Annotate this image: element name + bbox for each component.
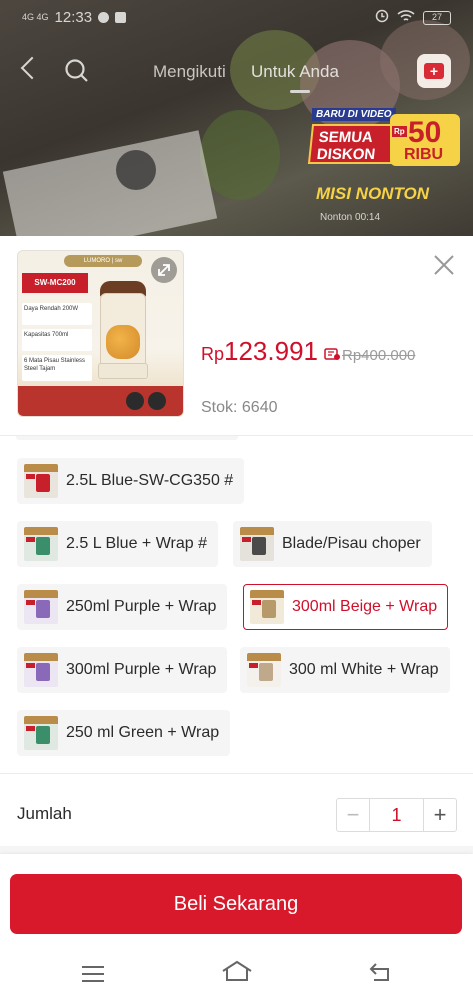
variant-thumbnail	[24, 653, 58, 687]
variant-label: 300 ml White + Wrap	[289, 661, 439, 678]
variant-thumbnail	[247, 653, 281, 687]
battery-indicator: 27	[423, 11, 451, 25]
tab-for-you[interactable]: Untuk Anda	[251, 62, 339, 82]
decor-box	[2, 130, 218, 236]
promo-headline: SEMUA DISKON	[307, 124, 397, 164]
video-background: 4G 4G 12:33 27 Mengikuti Untuk Anda + BA…	[0, 0, 473, 236]
video-top-nav: Mengikuti Untuk Anda +	[0, 50, 473, 94]
menu-icon[interactable]	[82, 966, 104, 987]
promo-banner[interactable]: BARU DI VIDEO SEMUA DISKON Rp 50 RIBU MI…	[306, 104, 466, 232]
variant-option[interactable]: 300 ml White + Wrap	[240, 647, 450, 693]
promo-unit: RIBU	[404, 146, 444, 163]
back-icon[interactable]	[368, 962, 394, 987]
variant-thumbnail	[24, 527, 58, 561]
buy-now-button[interactable]: Beli Sekarang	[10, 874, 462, 934]
quantity-label: Jumlah	[17, 804, 72, 823]
variant-thumbnail	[250, 590, 284, 624]
expand-icon[interactable]	[151, 257, 177, 283]
variant-list: 2.5L Blue-SW-CG350 # 2.5 L Blue + Wrap # B…	[0, 436, 473, 774]
variant-option[interactable]: 300ml Purple + Wrap	[17, 647, 228, 693]
close-icon[interactable]	[431, 252, 457, 278]
quantity-row: Jumlah − 1 +	[0, 774, 473, 854]
product-header: LUMORO | sw SW-MC200 Daya Rendah 200W Ka…	[0, 236, 473, 436]
live-video-button[interactable]: +	[417, 54, 451, 88]
active-tab-indicator	[290, 90, 310, 93]
decor-flower	[200, 110, 280, 200]
promo-currency: Rp	[392, 126, 407, 137]
variant-option[interactable]: 250ml Purple + Wrap	[17, 584, 228, 630]
price-currency: Rp	[201, 344, 225, 364]
promo-timer: Nonton 00:14	[320, 212, 381, 223]
tab-following[interactable]: Mengikuti	[153, 62, 226, 82]
price-value: 123.991	[224, 336, 318, 366]
badge-icon	[148, 392, 166, 410]
variant-thumbnail	[24, 590, 58, 624]
badge-icon	[126, 392, 144, 410]
shield-icon	[115, 12, 127, 23]
image-spec-blades: 6 Mata Pisau Stainless Steel Tajam	[22, 355, 92, 381]
price-row: Rp 123.991 Rp400.000	[201, 336, 415, 367]
variant-label: Blade/Pisau choper	[282, 535, 421, 552]
variant-sheet: LUMORO | sw SW-MC200 Daya Rendah 200W Ka…	[0, 236, 473, 1000]
status-bar: 4G 4G 12:33 27	[0, 0, 473, 36]
stock-count: Stok: 6640	[201, 399, 278, 416]
search-icon[interactable]	[64, 58, 90, 89]
variant-option[interactable]: 2.5L Blue-SW-CG350 #	[17, 458, 245, 504]
discount-icon	[324, 347, 340, 361]
alarm-icon	[375, 9, 389, 27]
home-icon[interactable]	[221, 960, 253, 987]
variant-thumbnail	[240, 527, 274, 561]
clock: 12:33	[54, 9, 93, 26]
quantity-stepper: − 1 +	[336, 798, 457, 832]
blender-food	[106, 325, 140, 359]
variant-label: 2.5 L Blue + Wrap #	[66, 535, 207, 552]
variant-thumbnail	[24, 716, 58, 750]
wifi-icon	[397, 9, 415, 27]
promo-amount: 50	[408, 116, 442, 149]
quantity-value[interactable]: 1	[369, 799, 424, 831]
image-spec-capacity: Kapasitas 700ml	[22, 329, 92, 351]
promo-mission: MISI NONTON	[316, 184, 430, 203]
variant-chip-partial	[16, 436, 238, 440]
system-nav-bar	[0, 946, 473, 1000]
blender-base	[98, 363, 148, 379]
image-brand: LUMORO | sw	[64, 255, 142, 267]
variant-option[interactable]: 2.5 L Blue + Wrap #	[17, 521, 218, 567]
promo-tag: BARU DI VIDEO	[312, 108, 396, 121]
variant-label: 300ml Purple + Wrap	[66, 661, 217, 678]
variant-label: 300ml Beige + Wrap	[292, 598, 438, 615]
variant-option[interactable]: 250 ml Green + Wrap	[17, 710, 231, 756]
variant-label: 250 ml Green + Wrap	[66, 724, 220, 741]
variant-thumbnail	[24, 464, 58, 498]
buy-bar: Beli Sekarang	[0, 854, 473, 946]
variant-option[interactable]: Blade/Pisau choper	[233, 521, 432, 567]
decor-logo	[116, 150, 156, 190]
increment-button[interactable]: +	[424, 799, 456, 831]
variant-label: 250ml Purple + Wrap	[66, 598, 217, 615]
decrement-button[interactable]: −	[337, 799, 369, 831]
original-price: Rp400.000	[342, 347, 416, 364]
promo-amount-badge: Rp 50 RIBU	[390, 114, 460, 166]
back-arrow-icon[interactable]	[20, 56, 44, 80]
variant-option[interactable]: 300ml Beige + Wrap	[243, 584, 449, 630]
video-plus-icon: +	[424, 63, 444, 79]
network-indicator: 4G 4G	[22, 12, 49, 22]
product-image[interactable]: LUMORO | sw SW-MC200 Daya Rendah 200W Ka…	[17, 250, 184, 417]
image-model: SW-MC200	[22, 273, 88, 293]
image-spec-power: Daya Rendah 200W	[22, 303, 92, 325]
variant-label: 2.5L Blue-SW-CG350 #	[66, 472, 234, 489]
notification-icon	[98, 12, 110, 23]
